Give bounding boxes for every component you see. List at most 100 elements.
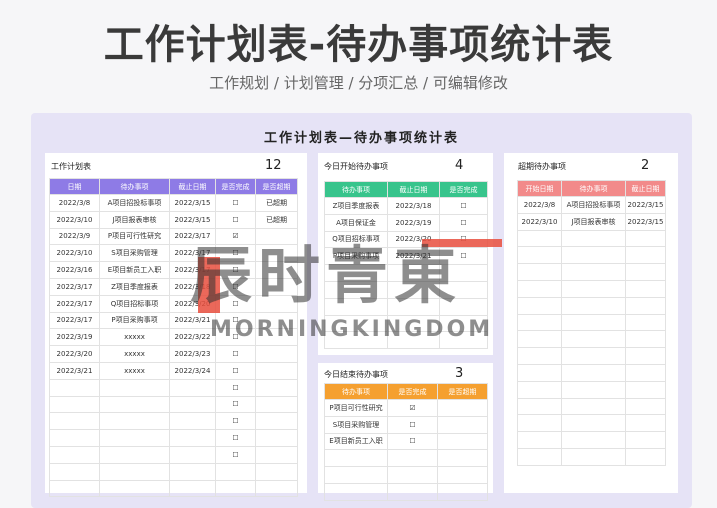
table-cell[interactable] (324, 466, 388, 484)
table-cell[interactable]: ☐ (215, 395, 256, 414)
table-cell[interactable]: ☐ (215, 378, 256, 397)
table-cell[interactable]: 2022/3/20 (169, 294, 216, 313)
table-cell[interactable]: S项目采购管理 (324, 415, 388, 434)
table-cell[interactable]: 2022/3/20 (49, 345, 100, 363)
table-cell[interactable] (99, 445, 170, 464)
table-cell[interactable]: 2022/3/17 (49, 311, 100, 330)
table-cell[interactable] (517, 296, 562, 315)
table-cell[interactable] (255, 311, 298, 330)
table-cell[interactable] (439, 297, 488, 316)
table-cell[interactable] (517, 431, 562, 449)
table-cell[interactable]: 2022/3/22 (169, 328, 216, 347)
table-cell[interactable]: ☐ (439, 230, 488, 249)
table-cell[interactable]: ☐ (215, 261, 256, 279)
table-cell[interactable] (561, 363, 626, 382)
table-cell[interactable] (324, 280, 388, 299)
table-cell[interactable] (387, 449, 438, 468)
table-cell[interactable] (561, 246, 626, 265)
table-cell[interactable]: 2022/3/10 (517, 212, 562, 231)
table-cell[interactable] (625, 246, 666, 265)
table-cell[interactable]: ☐ (439, 213, 488, 232)
table-cell[interactable] (439, 314, 488, 333)
table-cell[interactable] (625, 431, 666, 449)
table-cell[interactable] (99, 412, 170, 431)
table-cell[interactable]: P项目采购事项 (99, 311, 170, 330)
table-cell[interactable] (387, 466, 438, 484)
table-cell[interactable]: ☐ (215, 194, 256, 212)
table-cell[interactable] (625, 414, 666, 433)
table-cell[interactable]: 2022/3/8 (49, 194, 100, 212)
table-cell[interactable]: ☐ (215, 328, 256, 347)
table-cell[interactable]: P项目可行性研究 (99, 227, 170, 246)
table-cell[interactable] (387, 314, 440, 333)
table-cell[interactable] (49, 479, 100, 498)
table-cell[interactable]: ☐ (215, 277, 256, 296)
table-cell[interactable]: 2022/3/17 (169, 227, 216, 246)
table-cell[interactable]: ☐ (215, 445, 256, 464)
table-cell[interactable] (561, 313, 626, 332)
table-cell[interactable] (324, 482, 388, 501)
table-cell[interactable]: 2022/3/17 (169, 261, 216, 279)
table-cell[interactable] (49, 429, 100, 447)
table-cell[interactable] (439, 280, 488, 299)
table-cell[interactable] (169, 395, 216, 414)
table-cell[interactable] (324, 297, 388, 316)
table-cell[interactable] (561, 263, 626, 281)
table-cell[interactable] (561, 397, 626, 416)
table-cell[interactable] (517, 263, 562, 281)
table-cell[interactable] (255, 429, 298, 447)
table-cell[interactable] (169, 429, 216, 447)
table-cell[interactable] (169, 479, 216, 498)
table-cell[interactable]: E项目新员工入职 (324, 432, 388, 451)
table-cell[interactable] (517, 313, 562, 332)
table-cell[interactable]: A项目招投标事项 (99, 194, 170, 212)
table-cell[interactable] (215, 462, 256, 481)
table-cell[interactable] (49, 412, 100, 431)
table-cell[interactable]: ☐ (215, 361, 256, 380)
table-cell[interactable] (169, 378, 216, 397)
table-cell[interactable]: ☑ (215, 227, 256, 246)
table-cell[interactable] (625, 347, 666, 365)
table-cell[interactable] (625, 447, 666, 466)
table-cell[interactable]: 2022/3/20 (387, 230, 440, 249)
table-cell[interactable]: 2022/3/8 (517, 196, 562, 214)
table-cell[interactable]: 2022/3/10 (49, 244, 100, 263)
table-cell[interactable] (437, 415, 488, 434)
table-cell[interactable] (439, 331, 488, 350)
table-cell[interactable] (255, 277, 298, 296)
table-cell[interactable] (561, 330, 626, 349)
table-cell[interactable]: 2022/3/16 (49, 261, 100, 279)
table-cell[interactable] (437, 482, 488, 501)
table-cell[interactable]: 2022/3/18 (169, 277, 216, 296)
table-cell[interactable]: A项目保证金 (324, 213, 388, 232)
table-cell[interactable]: ☐ (387, 432, 438, 451)
table-cell[interactable]: 2022/3/21 (49, 361, 100, 380)
table-cell[interactable]: E项目新员工入职 (99, 261, 170, 279)
table-cell[interactable]: J项目报表审核 (99, 210, 170, 229)
table-cell[interactable] (49, 378, 100, 397)
table-cell[interactable]: 2022/3/19 (387, 213, 440, 232)
table-cell[interactable] (255, 244, 298, 263)
table-cell[interactable]: A项目招投标事项 (561, 196, 626, 214)
table-cell[interactable] (169, 445, 216, 464)
table-cell[interactable] (387, 331, 440, 350)
table-cell[interactable] (517, 380, 562, 399)
table-cell[interactable] (255, 328, 298, 347)
table-cell[interactable] (517, 229, 562, 248)
table-cell[interactable] (561, 296, 626, 315)
table-cell[interactable]: 2022/3/15 (169, 194, 216, 212)
table-cell[interactable]: xxxxx (99, 361, 170, 380)
table-cell[interactable]: 2022/3/15 (169, 210, 216, 229)
table-cell[interactable]: 2022/3/21 (169, 311, 216, 330)
table-cell[interactable]: Z项目季度报表 (324, 197, 388, 215)
table-cell[interactable] (255, 261, 298, 279)
table-cell[interactable] (437, 432, 488, 451)
table-cell[interactable] (387, 280, 440, 299)
table-cell[interactable] (625, 279, 666, 298)
table-cell[interactable] (625, 397, 666, 416)
table-cell[interactable] (387, 297, 440, 316)
table-cell[interactable]: 2022/3/18 (387, 197, 440, 215)
table-cell[interactable] (437, 466, 488, 484)
table-cell[interactable] (49, 395, 100, 414)
table-cell[interactable] (517, 347, 562, 365)
